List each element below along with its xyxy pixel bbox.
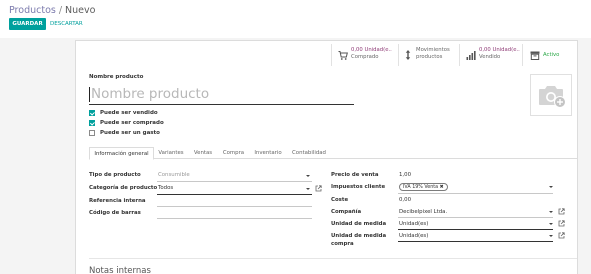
stat-label: productos bbox=[416, 53, 443, 60]
stat-value: 0,00 Unidad(e.. bbox=[479, 47, 520, 53]
discard-button[interactable]: DESCARTAR bbox=[50, 18, 83, 30]
stat-separator bbox=[398, 44, 399, 66]
product-name-placeholder: Nombre producto bbox=[91, 86, 210, 102]
checkbox-can-be-sold[interactable]: Puede ser vendido bbox=[89, 109, 158, 117]
stat-value: 0,00 Unidad(e.. bbox=[351, 47, 392, 53]
stat-button-sold[interactable]: 0,00 Unidad(e.. Vendido bbox=[466, 44, 526, 66]
checkbox-can-be-expensed[interactable]: Puede ser un gasto bbox=[89, 129, 160, 137]
company-label: Compañía bbox=[331, 209, 362, 215]
stat-value: Movimientos bbox=[416, 47, 450, 53]
company-select[interactable]: Decibelpixel Ltda. bbox=[399, 209, 447, 216]
product-category-select[interactable]: Todos bbox=[158, 185, 173, 192]
cart-icon bbox=[338, 51, 348, 60]
dropdown-arrow-icon[interactable] bbox=[306, 175, 310, 177]
uom-label: Unidad de medida bbox=[331, 221, 387, 227]
active-label: Activo bbox=[543, 52, 560, 58]
dropdown-arrow-icon[interactable] bbox=[549, 186, 553, 188]
checkbox-checked-icon[interactable] bbox=[89, 120, 95, 126]
tab-general-info[interactable]: Información general bbox=[89, 147, 154, 160]
stat-button-moves[interactable]: Movimientos productos bbox=[403, 44, 461, 66]
breadcrumb-current: Nuevo bbox=[65, 5, 96, 16]
checkbox-label: Puede ser un gasto bbox=[100, 130, 160, 136]
product-image-field[interactable] bbox=[530, 74, 572, 116]
tab-accounting[interactable]: Contabilidad bbox=[287, 147, 331, 159]
field-underline bbox=[157, 181, 312, 182]
dropdown-arrow-icon[interactable] bbox=[306, 188, 310, 190]
camera-add-icon bbox=[539, 86, 566, 108]
external-link-icon[interactable] bbox=[558, 208, 565, 215]
tax-tag[interactable]: IVA 19% Venta ✖ bbox=[399, 183, 448, 191]
cost-label: Coste bbox=[331, 197, 349, 203]
purchase-uom-label: Unidad de medida bbox=[331, 233, 387, 239]
external-link-icon[interactable] bbox=[315, 185, 322, 192]
product-type-select[interactable]: Consumible bbox=[158, 172, 190, 179]
tax-tag-label: IVA 19% Venta bbox=[403, 185, 439, 190]
internal-reference-label: Referencia interna bbox=[89, 198, 146, 204]
save-button[interactable]: GUARDAR bbox=[9, 18, 46, 30]
field-underline bbox=[398, 229, 553, 230]
notebook-tabs: Información general Variantes Ventas Com… bbox=[89, 147, 577, 160]
remove-tag-icon[interactable]: ✖ bbox=[440, 185, 444, 190]
breadcrumb: Productos / Nuevo bbox=[9, 5, 95, 16]
field-underline bbox=[398, 241, 553, 242]
field-underline bbox=[398, 193, 553, 194]
customer-taxes-label: Impuestos cliente bbox=[331, 184, 386, 190]
sale-price-label: Precio de venta bbox=[331, 172, 379, 178]
text-caret bbox=[89, 87, 90, 102]
uom-select[interactable]: Unidad(es) bbox=[399, 221, 428, 228]
checkbox-unchecked-icon[interactable] bbox=[89, 130, 95, 136]
stat-separator bbox=[522, 44, 523, 66]
stat-separator bbox=[459, 44, 460, 66]
external-link-icon[interactable] bbox=[558, 220, 565, 227]
checkbox-label: Puede ser vendido bbox=[100, 110, 158, 116]
tab-variants[interactable]: Variantes bbox=[154, 147, 188, 159]
breadcrumb-separator: / bbox=[58, 5, 63, 16]
product-category-label: Categoría de producto bbox=[89, 185, 158, 191]
control-panel: Productos / Nuevo GUARDAR DESCARTAR bbox=[0, 0, 591, 38]
field-underline bbox=[398, 217, 553, 218]
external-link-icon[interactable] bbox=[558, 232, 565, 239]
product-name-input[interactable]: Nombre producto bbox=[89, 85, 354, 105]
stat-button-active[interactable]: Activo bbox=[530, 44, 575, 66]
sale-price-input[interactable]: 1,00 bbox=[399, 172, 411, 179]
purchase-uom-select[interactable]: Unidad(es) bbox=[399, 233, 428, 240]
arrows-updown-icon bbox=[405, 50, 411, 60]
internal-notes-title: Notas internas bbox=[89, 266, 151, 274]
bar-chart-icon bbox=[466, 51, 476, 60]
checkbox-checked-icon[interactable] bbox=[89, 110, 95, 116]
dropdown-arrow-icon[interactable] bbox=[549, 235, 553, 237]
checkbox-can-be-purchased[interactable]: Puede ser comprado bbox=[89, 119, 164, 127]
section-divider bbox=[89, 258, 577, 259]
tab-inventory[interactable]: Inventario bbox=[249, 147, 287, 159]
breadcrumb-parent-link[interactable]: Productos bbox=[9, 5, 56, 16]
dropdown-arrow-icon[interactable] bbox=[549, 211, 553, 213]
archive-icon bbox=[530, 51, 540, 60]
stat-label: Vendido bbox=[479, 53, 501, 60]
barcode-label: Código de barras bbox=[89, 210, 141, 216]
stat-button-purchased[interactable]: 0,00 Unidad(e.. Comprado bbox=[338, 44, 400, 66]
checkbox-label: Puede ser comprado bbox=[100, 120, 164, 126]
product-type-label: Tipo de producto bbox=[89, 172, 141, 178]
field-underline bbox=[157, 194, 312, 195]
tab-sales[interactable]: Ventas bbox=[188, 147, 218, 159]
purchase-uom-label-line2: compra bbox=[331, 241, 354, 247]
dropdown-arrow-icon[interactable] bbox=[549, 223, 553, 225]
product-name-label: Nombre producto bbox=[89, 74, 144, 80]
cost-value: 0,00 bbox=[399, 197, 412, 203]
stat-label: Comprado bbox=[351, 53, 379, 60]
tab-purchase[interactable]: Compra bbox=[218, 147, 249, 159]
stat-separator bbox=[331, 44, 332, 66]
field-underline bbox=[157, 218, 312, 219]
field-underline bbox=[157, 206, 312, 207]
